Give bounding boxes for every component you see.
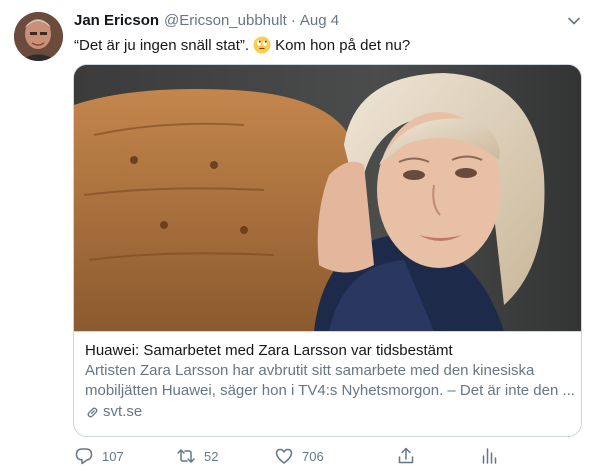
- like-count: 706: [302, 448, 324, 464]
- card-description: Artisten Zara Larsson har avbrutit sitt …: [85, 362, 575, 399]
- share-icon: [396, 446, 416, 466]
- link-icon: [85, 405, 100, 420]
- retweet-button[interactable]: 52: [176, 446, 218, 466]
- tweet-text-part1: “Det är ju ingen snäll stat”.: [74, 36, 250, 54]
- avatar[interactable]: [14, 12, 63, 61]
- action-bar: 107 52 706: [74, 446, 504, 466]
- reply-icon: [74, 446, 94, 466]
- link-card[interactable]: Huawei: Samarbetet med Zara Larsson var …: [73, 64, 582, 437]
- like-button[interactable]: 706: [274, 446, 324, 466]
- card-domain-text: svt.se: [103, 403, 143, 420]
- share-button[interactable]: [396, 446, 424, 466]
- card-image[interactable]: [74, 65, 581, 331]
- retweet-count: 52: [204, 448, 219, 464]
- card-domain[interactable]: svt.se: [85, 402, 570, 422]
- separator-dot: ·: [290, 12, 296, 29]
- bar-chart-icon: [479, 446, 499, 466]
- analytics-button[interactable]: [479, 446, 507, 466]
- tweet-text: “Det är ju ingen snäll stat”. Kom hon på…: [74, 36, 410, 54]
- tweet-header: Jan Ericson @Ericson_ubbhult · Aug 4: [74, 12, 339, 32]
- tweet-date[interactable]: Aug 4: [300, 12, 339, 29]
- heart-icon: [274, 446, 294, 466]
- reply-count: 107: [102, 448, 124, 464]
- retweet-icon: [176, 446, 196, 466]
- card-title[interactable]: Huawei: Samarbetet med Zara Larsson var …: [85, 341, 570, 361]
- face-with-rolling-eyes-icon: [253, 36, 271, 54]
- tweet-text-part2: Kom hon på det nu?: [275, 36, 411, 54]
- chevron-down-icon[interactable]: [566, 13, 582, 29]
- reply-button[interactable]: 107: [74, 446, 124, 466]
- tweet[interactable]: Jan Ericson @Ericson_ubbhult · Aug 4 “De…: [0, 0, 591, 473]
- author-name[interactable]: Jan Ericson: [74, 12, 159, 29]
- card-body[interactable]: Huawei: Samarbetet med Zara Larsson var …: [74, 331, 581, 436]
- author-handle[interactable]: @Ericson_ubbhult: [164, 12, 287, 29]
